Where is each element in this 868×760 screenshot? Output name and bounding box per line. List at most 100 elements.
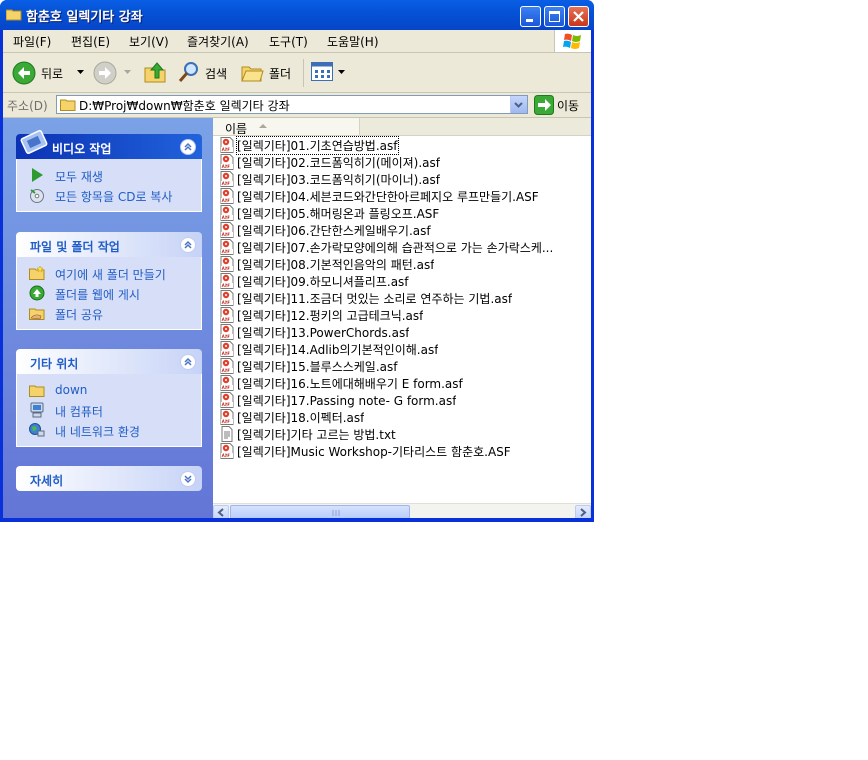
file-row[interactable]: [일렉기타]03.코드폼익히기(마이너).asf (217, 170, 591, 187)
task-publish-web[interactable]: 폴더를 웹에 게시 (17, 283, 201, 303)
chevron-up-icon (184, 357, 192, 366)
window-frame-bottom (0, 518, 594, 522)
menu-bar: 파일(F) 편집(E) 보기(V) 즐겨찾기(A) 도구(T) 도움말(H) (3, 30, 591, 53)
task-share-folder[interactable]: 폴더 공유 (17, 303, 201, 323)
other-places-header[interactable]: 기타 위치 (16, 349, 202, 374)
media-file-icon (220, 154, 234, 170)
file-tasks-header[interactable]: 파일 및 폴더 작업 (16, 232, 202, 257)
folder-icon (6, 9, 22, 21)
address-input[interactable]: D:₩Proj₩down₩함춘호 일렉기타 강좌 (56, 95, 528, 114)
close-button[interactable] (568, 6, 589, 27)
file-row[interactable]: [일렉기타]17.Passing note- G form.asf (217, 391, 591, 408)
file-row[interactable]: [일렉기타]11.조금더 멋있는 소리로 연주하는 기법.asf (217, 289, 591, 306)
other-places-panel: 기타 위치 down 내 컴퓨터 내 네트워크 환경 (16, 349, 202, 447)
play-icon (32, 168, 43, 182)
folders-icon (241, 66, 264, 82)
file-row[interactable]: [일렉기타]01.기초연습방법.asf (217, 136, 591, 155)
maximize-button[interactable] (544, 6, 565, 27)
search-button[interactable]: 검색 (175, 53, 235, 92)
details-panel: 자세히 (16, 466, 202, 491)
folders-button[interactable]: 폴더 (239, 53, 299, 92)
views-button[interactable] (309, 53, 349, 92)
file-row[interactable]: [일렉기타]15.블루스스케일.asf (217, 357, 591, 374)
standard-toolbar: 뒤로 검색 폴더 (3, 53, 591, 93)
collapse-button[interactable] (180, 354, 196, 370)
video-tasks-body: 모두 재생 모든 항목을 CD로 복사 (16, 159, 202, 212)
folder-icon (29, 385, 45, 397)
minimize-button[interactable] (520, 6, 541, 27)
folder-up-icon (144, 62, 166, 83)
file-row[interactable]: [일렉기타]14.Adlib의기본적인이해.asf (217, 340, 591, 357)
other-places-body: down 내 컴퓨터 내 네트워크 환경 (16, 374, 202, 447)
file-name: [일렉기타]06.간단한스케일배우기.asf (237, 224, 431, 238)
place-my-computer[interactable]: 내 컴퓨터 (17, 400, 201, 420)
file-name: [일렉기타]17.Passing note- G form.asf (237, 394, 457, 408)
up-folder-button[interactable] (141, 53, 169, 92)
menu-help[interactable]: 도움말(H) (327, 33, 379, 50)
back-button[interactable]: 뒤로 (9, 53, 87, 92)
file-row[interactable]: [일렉기타]09.하모니셔플리프.asf (217, 272, 591, 289)
address-dropdown-button[interactable] (510, 96, 527, 113)
menu-tools[interactable]: 도구(T) (269, 33, 308, 50)
explorer-window: 함춘호 일렉기타 강좌 파일(F) 편집(E) 보기(V) 즐겨찾기(A) 도구… (0, 0, 594, 522)
forward-button[interactable] (91, 53, 135, 92)
media-file-icon (220, 341, 234, 357)
toolbar-separator (303, 59, 304, 87)
media-file-icon (220, 137, 234, 153)
title-bar[interactable]: 함춘호 일렉기타 강좌 (0, 0, 594, 30)
file-row[interactable]: [일렉기타]12.펑키의 고급테크닉.asf (217, 306, 591, 323)
file-name: [일렉기타]05.해머링온과 플링오프.ASF (237, 207, 440, 221)
chevron-down-icon (514, 102, 523, 108)
file-name: [일렉기타]08.기본적인음악의 패턴.asf (237, 258, 435, 272)
menu-edit[interactable]: 편집(E) (71, 33, 110, 50)
menu-favorites[interactable]: 즐겨찾기(A) (187, 33, 249, 50)
go-button[interactable] (534, 95, 554, 115)
column-header-name[interactable]: 이름 (213, 118, 360, 136)
media-file-icon (220, 188, 234, 204)
back-arrow-icon (12, 61, 36, 85)
task-play-all[interactable]: 모두 재생 (17, 165, 201, 185)
menu-file[interactable]: 파일(F) (13, 33, 51, 50)
file-row[interactable]: [일렉기타]02.코드폼익히기(메이져).asf (217, 153, 591, 170)
place-down[interactable]: down (17, 380, 201, 400)
media-file-icon (220, 443, 234, 459)
expand-button[interactable] (180, 471, 196, 487)
media-file-icon (220, 273, 234, 289)
media-file-icon (220, 307, 234, 323)
collapse-button[interactable] (180, 139, 196, 155)
chevron-down-icon (184, 475, 192, 484)
details-header[interactable]: 자세히 (16, 466, 202, 491)
file-tasks-body: 여기에 새 폴더 만들기 폴더를 웹에 게시 폴더 공유 (16, 257, 202, 330)
file-row[interactable]: [일렉기타]06.간단한스케일배우기.asf (217, 221, 591, 238)
file-name: [일렉기타]09.하모니셔플리프.asf (237, 275, 409, 289)
task-copy-to-cd[interactable]: 모든 항목을 CD로 복사 (17, 185, 201, 205)
video-tasks-panel: 비디오 작업 모두 재생 모든 항목을 CD로 복사 (16, 130, 202, 212)
file-row[interactable]: [일렉기타]18.이펙터.asf (217, 408, 591, 425)
chevron-down-icon (338, 70, 345, 74)
file-name: [일렉기타]Music Workshop-기타리스트 함춘호.ASF (237, 445, 511, 459)
publish-web-icon (29, 285, 45, 301)
file-row[interactable]: [일렉기타]Music Workshop-기타리스트 함춘호.ASF (217, 442, 591, 459)
place-network[interactable]: 내 네트워크 환경 (17, 420, 201, 440)
text-file-icon (221, 426, 233, 442)
file-name: [일렉기타]04.세븐코드와간단한아르페지오 루프만들기.ASF (237, 190, 539, 204)
media-file-icon (220, 392, 234, 408)
task-new-folder[interactable]: 여기에 새 폴더 만들기 (17, 263, 201, 283)
file-row[interactable]: [일렉기타]기타 고르는 방법.txt (217, 425, 591, 442)
file-row[interactable]: [일렉기타]07.손가락모양에의해 습관적으로 가는 손가락스케... (217, 238, 591, 255)
forward-arrow-icon (93, 61, 117, 85)
file-row[interactable]: [일렉기타]05.해머링온과 플링오프.ASF (217, 204, 591, 221)
go-arrow-icon (534, 95, 554, 115)
file-row[interactable]: [일렉기타]04.세븐코드와간단한아르페지오 루프만들기.ASF (217, 187, 591, 204)
go-label[interactable]: 이동 (557, 97, 579, 114)
file-list-pane: 이름 [일렉기타]01.기초연습방법.asf [일렉기타]02.코드폼익히기(메이… (213, 118, 591, 521)
video-tasks-header[interactable]: 비디오 작업 (16, 130, 202, 159)
file-row[interactable]: [일렉기타]13.PowerChords.asf (217, 323, 591, 340)
search-icon (178, 62, 198, 82)
file-row[interactable]: [일렉기타]16.노트에대해배우기 E form.asf (217, 374, 591, 391)
file-name: [일렉기타]11.조금더 멋있는 소리로 연주하는 기법.asf (237, 292, 513, 306)
file-row[interactable]: [일렉기타]08.기본적인음악의 패턴.asf (217, 255, 591, 272)
menu-view[interactable]: 보기(V) (129, 33, 169, 50)
collapse-button[interactable] (180, 237, 196, 253)
close-icon (573, 11, 584, 22)
